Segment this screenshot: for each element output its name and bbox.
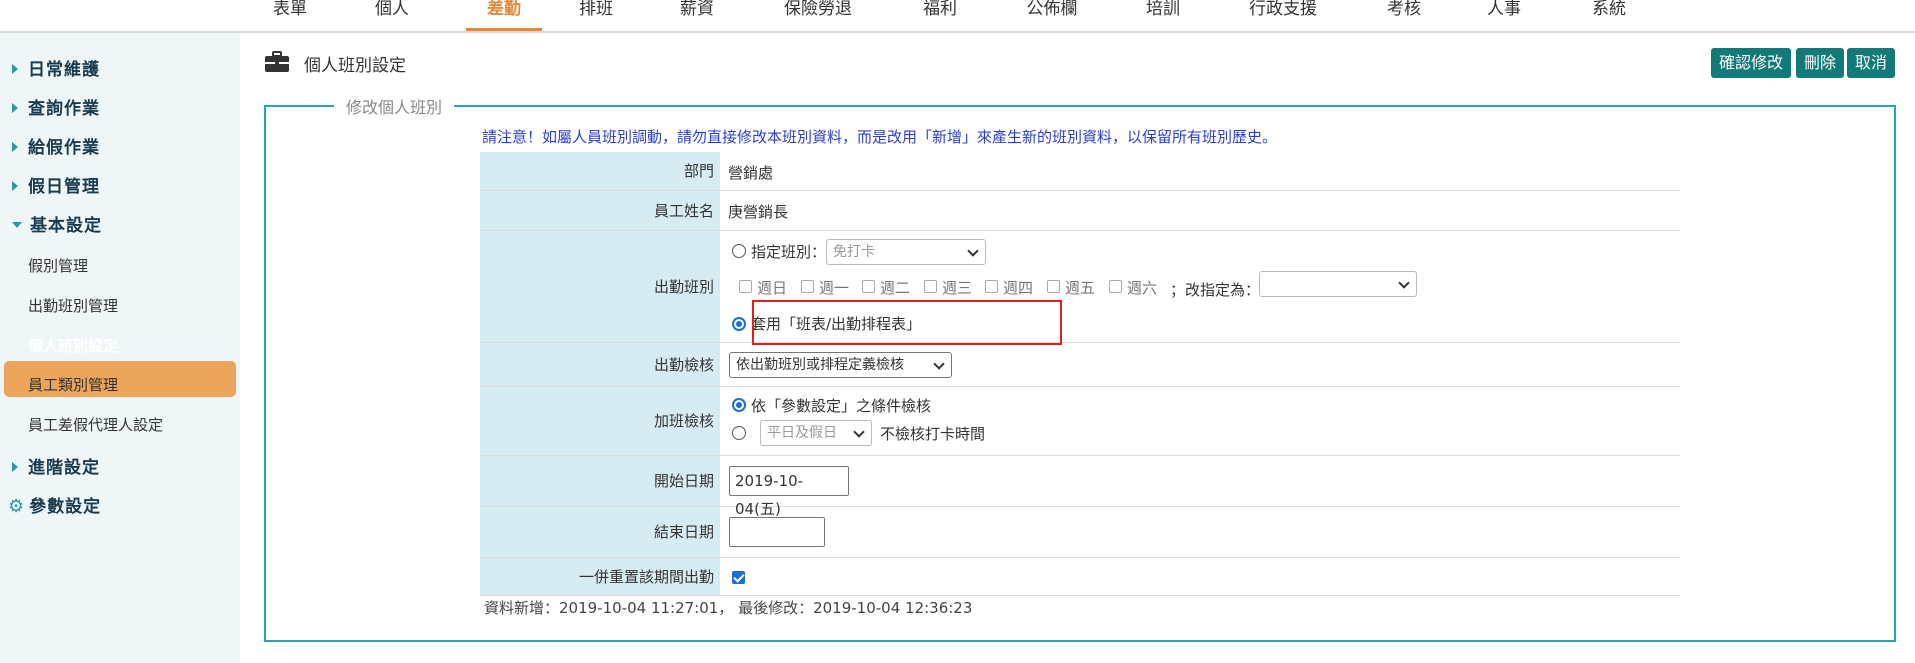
assign-shift-radio[interactable] xyxy=(732,244,746,258)
weekday-label-sun: 週日 xyxy=(757,279,788,297)
overtime-param-radio[interactable] xyxy=(732,398,746,412)
end-date-row: 結束日期 xyxy=(480,507,1680,558)
attendance-check-select[interactable]: 依出勤班別或排程定義檢核 xyxy=(729,352,952,378)
end-date-label: 結束日期 xyxy=(480,507,720,557)
weekday-label-sat: 週六 xyxy=(1127,279,1158,297)
weekday-label-mon: 週一 xyxy=(819,279,850,297)
weekday-label-thu: 週四 xyxy=(1003,279,1034,297)
weekday-checkbox-tue[interactable] xyxy=(862,280,875,293)
start-date-row: 開始日期 2019-10-04(五) xyxy=(480,456,1680,518)
notice-text: 請注意！如屬人員班別調動，請勿直接修改本班別資料，而是改用「新增」來產生新的班別… xyxy=(482,128,1278,146)
employee-label: 員工姓名 xyxy=(480,191,720,230)
assign-shift-label: 指定班別： xyxy=(751,243,827,261)
weekday-checkbox-wed[interactable] xyxy=(924,280,937,293)
sidebar-item-basic-settings[interactable]: 基本設定 xyxy=(0,211,240,236)
sidebar-item-shift-management[interactable]: 出勤班別管理 xyxy=(0,295,240,316)
weekday-label-wed: 週三 xyxy=(942,279,973,297)
chevron-down-icon xyxy=(853,426,865,438)
sidebar-item-agent-settings[interactable]: 員工差假代理人設定 xyxy=(0,414,240,435)
overtime-check-row: 加班檢核 依「參數設定」之條件檢核 平日及假日 不檢核打卡時間 xyxy=(480,387,1680,456)
apply-schedule-highlight-box xyxy=(752,300,1062,345)
tab-system[interactable]: 系統 xyxy=(1589,0,1629,31)
assign-shift-select[interactable]: 免打卡 xyxy=(826,239,986,265)
overtime-nocheck-label: 不檢核打卡時間 xyxy=(880,425,986,443)
delete-button[interactable]: 刪除 xyxy=(1796,48,1845,78)
caret-right-icon xyxy=(12,142,18,152)
chevron-down-icon xyxy=(1398,277,1410,289)
confirm-edit-button[interactable]: 確認修改 xyxy=(1711,48,1792,78)
caret-down-icon xyxy=(12,222,22,228)
caret-right-icon xyxy=(12,462,18,472)
chevron-down-icon xyxy=(967,245,979,257)
gear-icon: ⚙ xyxy=(8,496,26,517)
sidebar-item-leave[interactable]: 給假作業 xyxy=(0,133,240,158)
tab-attendance[interactable]: 差勤 xyxy=(466,0,542,31)
weekday-checkbox-fri[interactable] xyxy=(1047,280,1060,293)
record-meta: 資料新增：2019-10-04 11:27:01， 最後修改：2019-10-0… xyxy=(484,599,973,617)
top-navigation: 表單 個人 差勤 排班 薪資 保險勞退 福利 公佈欄 培訓 行政支援 考核 人事… xyxy=(0,0,1915,33)
tab-admin-support[interactable]: 行政支援 xyxy=(1245,0,1321,31)
caret-right-icon xyxy=(12,103,18,113)
reset-checkbox[interactable] xyxy=(732,571,745,584)
weekday-checkbox-sat[interactable] xyxy=(1109,280,1122,293)
change-assign-select[interactable] xyxy=(1259,271,1417,297)
employee-value: 庚營銷長 xyxy=(728,203,789,221)
overtime-param-label: 依「參數設定」之條件檢核 xyxy=(751,397,932,415)
tab-training[interactable]: 培訓 xyxy=(1143,0,1183,31)
sidebar-item-daily[interactable]: 日常維護 xyxy=(0,55,240,80)
tab-bulletin[interactable]: 公佈欄 xyxy=(1022,0,1082,31)
overtime-check-label: 加班檢核 xyxy=(480,387,720,455)
weekday-label-fri: 週五 xyxy=(1065,279,1096,297)
weekday-label-tue: 週二 xyxy=(880,279,911,297)
department-label: 部門 xyxy=(480,152,720,190)
shift-label: 出勤班別 xyxy=(480,231,720,342)
sidebar-item-parameters[interactable]: ⚙ 參數設定 xyxy=(0,492,240,517)
employee-row: 員工姓名 庚營銷長 xyxy=(480,191,1680,231)
end-date-field[interactable] xyxy=(729,517,825,547)
reset-row: 一併重置該期間出勤 xyxy=(480,558,1680,596)
apply-schedule-radio[interactable] xyxy=(732,317,746,331)
tab-personal[interactable]: 個人 xyxy=(372,0,412,31)
reset-label: 一併重置該期間出勤 xyxy=(480,558,720,595)
chevron-down-icon xyxy=(933,358,945,370)
sidebar-item-query[interactable]: 查詢作業 xyxy=(0,94,240,119)
change-assign-label: ；改指定為： xyxy=(1170,281,1261,299)
tab-scheduling[interactable]: 排班 xyxy=(576,0,616,31)
sidebar-item-leave-types[interactable]: 假別管理 xyxy=(0,255,240,276)
department-row: 部門 營銷處 xyxy=(480,152,1680,191)
overtime-day-select[interactable]: 平日及假日 xyxy=(760,420,872,446)
weekday-checkbox-thu[interactable] xyxy=(985,280,998,293)
sidebar-item-employee-types[interactable]: 員工類別管理 xyxy=(0,374,240,395)
sidebar-item-personal-shift[interactable]: 個人班別設定 xyxy=(0,335,240,356)
briefcase-icon xyxy=(265,51,289,72)
tab-salary[interactable]: 薪資 xyxy=(677,0,717,31)
sidebar-item-advanced[interactable]: 進階設定 xyxy=(0,453,240,478)
weekday-checkbox-mon[interactable] xyxy=(801,280,814,293)
start-date-label: 開始日期 xyxy=(480,456,720,506)
tab-review[interactable]: 考核 xyxy=(1384,0,1424,31)
department-value: 營銷處 xyxy=(728,164,774,182)
attendance-check-row: 出勤檢核 依出勤班別或排程定義檢核 xyxy=(480,343,1680,387)
caret-right-icon xyxy=(12,64,18,74)
tab-insurance[interactable]: 保險勞退 xyxy=(780,0,856,31)
start-date-field[interactable]: 2019-10-04(五) xyxy=(729,466,849,518)
sidebar: 日常維護 查詢作業 給假作業 假日管理 基本設定 假別管理 出勤班別管理 個人班… xyxy=(0,33,240,663)
fieldset-legend: 修改個人班別 xyxy=(334,94,455,118)
weekday-checkbox-sun[interactable] xyxy=(739,280,752,293)
overtime-nocheck-radio[interactable] xyxy=(732,426,746,440)
attendance-check-label: 出勤檢核 xyxy=(480,343,720,386)
sidebar-item-holiday[interactable]: 假日管理 xyxy=(0,172,240,197)
edit-shift-fieldset: 修改個人班別 請注意！如屬人員班別調動，請勿直接修改本班別資料，而是改用「新增」… xyxy=(264,94,1896,642)
caret-right-icon xyxy=(12,181,18,191)
shift-row: 出勤班別 指定班別： 免打卡 週日 週一 週二 週三 週四 週五 週六 ；改指定… xyxy=(480,231,1680,343)
tab-forms[interactable]: 表單 xyxy=(270,0,310,31)
tab-hr[interactable]: 人事 xyxy=(1484,0,1524,31)
tab-welfare[interactable]: 福利 xyxy=(920,0,960,31)
page-title: 個人班別設定 xyxy=(304,56,406,76)
cancel-button[interactable]: 取消 xyxy=(1847,48,1896,78)
